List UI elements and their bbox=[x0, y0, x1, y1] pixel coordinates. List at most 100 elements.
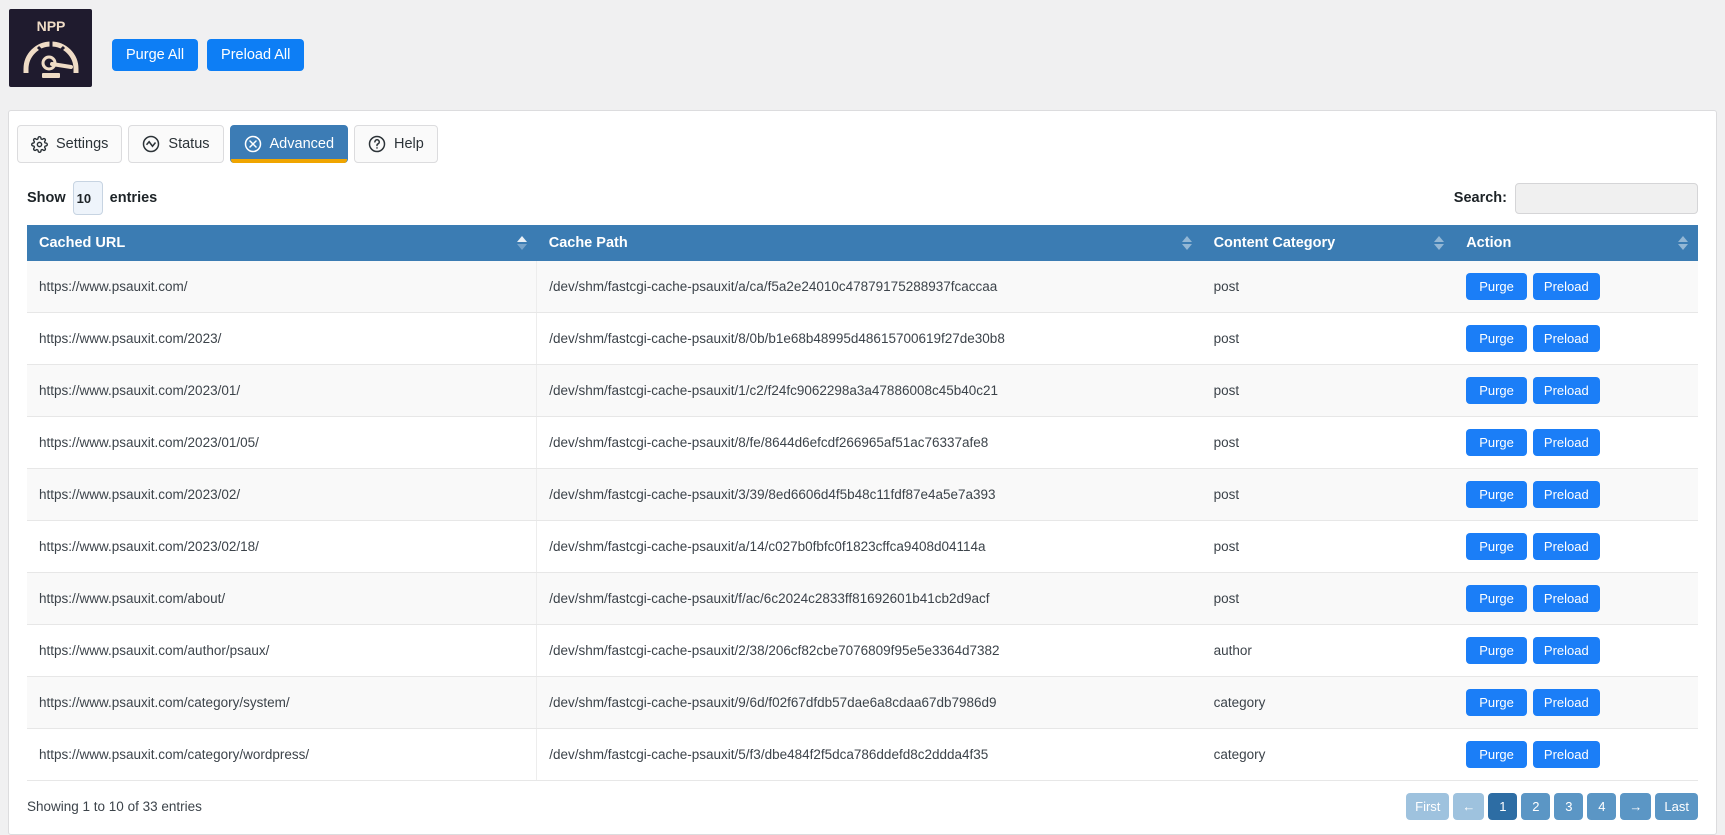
page-length-select[interactable]: 10 bbox=[72, 181, 103, 215]
global-actions: Purge All Preload All bbox=[112, 39, 305, 71]
tab-bar: Settings Status Advanced Help bbox=[9, 111, 1716, 163]
preload-row-button[interactable]: Preload bbox=[1532, 741, 1600, 768]
tab-advanced[interactable]: Advanced bbox=[229, 125, 349, 163]
purge-row-button[interactable]: Purge bbox=[1466, 377, 1527, 404]
cell-cache-path: /dev/shm/fastcgi-cache-psauxit/8/fe/8644… bbox=[536, 416, 1202, 469]
pagination-button-→[interactable]: → bbox=[1620, 793, 1652, 820]
purge-row-button[interactable]: Purge bbox=[1466, 533, 1527, 560]
preload-row-button[interactable]: Preload bbox=[1532, 377, 1600, 404]
cell-content-category: post bbox=[1201, 468, 1455, 521]
table-footer: Showing 1 to 10 of 33 entries First ← 1 2 3 4… bbox=[27, 781, 1698, 834]
pagination-button-←: ← bbox=[1453, 793, 1485, 820]
search-control: Search: bbox=[1454, 182, 1698, 214]
cell-cache-path: /dev/shm/fastcgi-cache-psauxit/2/38/206c… bbox=[536, 624, 1202, 677]
cell-cache-path: /dev/shm/fastcgi-cache-psauxit/a/14/c027… bbox=[536, 520, 1202, 573]
pagination-button-last[interactable]: Last bbox=[1655, 793, 1698, 820]
search-input[interactable] bbox=[1515, 182, 1698, 214]
tools-icon bbox=[244, 135, 262, 153]
purge-row-button[interactable]: Purge bbox=[1466, 273, 1527, 300]
app-logo: NPP bbox=[9, 9, 92, 87]
tab-label: Status bbox=[168, 136, 210, 152]
column-label: Cache Path bbox=[548, 235, 628, 251]
sort-indicator[interactable] bbox=[1434, 236, 1445, 250]
cell-action: Purge Preload bbox=[1454, 312, 1698, 365]
purge-row-button[interactable]: Purge bbox=[1466, 585, 1527, 612]
table-controls: Show 10 entries Search: bbox=[27, 171, 1698, 225]
column-label: Action bbox=[1466, 235, 1512, 251]
cell-cached-url: https://www.psauxit.com/2023/ bbox=[27, 312, 538, 365]
tab-label: Help bbox=[394, 136, 424, 152]
cell-action: Purge Preload bbox=[1454, 572, 1698, 625]
pagination-button-3[interactable]: 3 bbox=[1554, 793, 1584, 820]
preload-row-button[interactable]: Preload bbox=[1532, 689, 1600, 716]
cell-action: Purge Preload bbox=[1454, 520, 1698, 573]
column-header-content-category[interactable]: Content Category bbox=[1201, 225, 1455, 261]
table-row: https://www.psauxit.com/category/wordpre… bbox=[27, 728, 1698, 781]
purge-all-button[interactable]: Purge All bbox=[112, 39, 199, 71]
cell-content-category: post bbox=[1201, 261, 1455, 313]
preload-row-button[interactable]: Preload bbox=[1532, 429, 1600, 456]
table-row: https://www.psauxit.com/2023/02/18//dev/… bbox=[27, 520, 1698, 573]
pagination-button-4[interactable]: 4 bbox=[1587, 793, 1617, 820]
preload-all-button[interactable]: Preload All bbox=[207, 39, 305, 71]
purge-row-button[interactable]: Purge bbox=[1466, 429, 1527, 456]
purge-row-button[interactable]: Purge bbox=[1466, 689, 1527, 716]
tab-settings[interactable]: Settings bbox=[17, 125, 123, 163]
table-row: https://www.psauxit.com/2023/02//dev/shm… bbox=[27, 468, 1698, 521]
cache-table-area: Show 10 entries Search: Cached URL Cache… bbox=[9, 163, 1716, 834]
cell-cached-url: https://www.psauxit.com/2023/02/18/ bbox=[27, 520, 538, 573]
sort-indicator[interactable] bbox=[1678, 236, 1688, 250]
cell-cached-url: https://www.psauxit.com/author/psaux/ bbox=[27, 624, 538, 677]
cell-cache-path: /dev/shm/fastcgi-cache-psauxit/1/c2/f24f… bbox=[536, 364, 1202, 417]
purge-row-button[interactable]: Purge bbox=[1466, 481, 1527, 508]
cell-cached-url: https://www.psauxit.com/category/wordpre… bbox=[27, 728, 538, 781]
column-header-cache-path[interactable]: Cache Path bbox=[536, 225, 1202, 261]
purge-row-button[interactable]: Purge bbox=[1466, 325, 1527, 352]
top-bar: NPP Purge All Preload All bbox=[0, 0, 1725, 103]
cell-content-category: author bbox=[1201, 624, 1455, 677]
cell-action: Purge Preload bbox=[1454, 468, 1698, 521]
cell-content-category: post bbox=[1201, 572, 1455, 625]
cell-cache-path: /dev/shm/fastcgi-cache-psauxit/f/ac/6c20… bbox=[536, 572, 1202, 625]
sort-indicator[interactable] bbox=[1181, 236, 1192, 250]
sort-indicator-ascending[interactable] bbox=[516, 236, 527, 250]
cell-content-category: post bbox=[1201, 520, 1455, 573]
question-icon bbox=[368, 135, 386, 153]
table-body: https://www.psauxit.com//dev/shm/fastcgi… bbox=[27, 261, 1698, 781]
entries-label: entries bbox=[109, 190, 158, 206]
preload-row-button[interactable]: Preload bbox=[1532, 481, 1600, 508]
table-info: Showing 1 to 10 of 33 entries bbox=[27, 799, 202, 814]
pagination-button-2[interactable]: 2 bbox=[1521, 793, 1551, 820]
cell-action: Purge Preload bbox=[1454, 261, 1698, 313]
table-header-row: Cached URL Cache Path Content Category A… bbox=[27, 225, 1698, 261]
purge-row-button[interactable]: Purge bbox=[1466, 741, 1527, 768]
activity-icon bbox=[142, 135, 160, 153]
column-header-action[interactable]: Action bbox=[1454, 225, 1698, 261]
cell-action: Purge Preload bbox=[1454, 624, 1698, 677]
cell-cached-url: https://www.psauxit.com/2023/02/ bbox=[27, 468, 538, 521]
cell-cached-url: https://www.psauxit.com/2023/01/05/ bbox=[27, 416, 538, 469]
show-label: Show bbox=[27, 190, 66, 206]
tab-status[interactable]: Status bbox=[128, 125, 224, 163]
preload-row-button[interactable]: Preload bbox=[1532, 533, 1600, 560]
cell-cache-path: /dev/shm/fastcgi-cache-psauxit/8/0b/b1e6… bbox=[536, 312, 1202, 365]
pagination: First ← 1 2 3 4 → Last bbox=[1406, 793, 1698, 820]
preload-row-button[interactable]: Preload bbox=[1532, 273, 1600, 300]
purge-row-button[interactable]: Purge bbox=[1466, 637, 1527, 664]
preload-row-button[interactable]: Preload bbox=[1532, 325, 1600, 352]
column-header-cached-url[interactable]: Cached URL bbox=[27, 225, 537, 261]
cell-content-category: post bbox=[1201, 416, 1455, 469]
table-row: https://www.psauxit.com/2023/01/05//dev/… bbox=[27, 416, 1698, 469]
column-label: Cached URL bbox=[39, 235, 126, 251]
column-label: Content Category bbox=[1213, 235, 1336, 251]
cell-cached-url: https://www.psauxit.com/2023/01/ bbox=[27, 364, 538, 417]
preload-row-button[interactable]: Preload bbox=[1532, 585, 1600, 612]
tab-help[interactable]: Help bbox=[354, 125, 438, 163]
tab-label: Settings bbox=[56, 136, 109, 152]
preload-row-button[interactable]: Preload bbox=[1532, 637, 1600, 664]
pagination-button-1[interactable]: 1 bbox=[1488, 793, 1518, 820]
pagination-button-first: First bbox=[1406, 793, 1450, 820]
table-row: https://www.psauxit.com//dev/shm/fastcgi… bbox=[27, 261, 1698, 313]
table-row: https://www.psauxit.com/2023/01//dev/shm… bbox=[27, 364, 1698, 417]
cell-action: Purge Preload bbox=[1454, 676, 1698, 729]
